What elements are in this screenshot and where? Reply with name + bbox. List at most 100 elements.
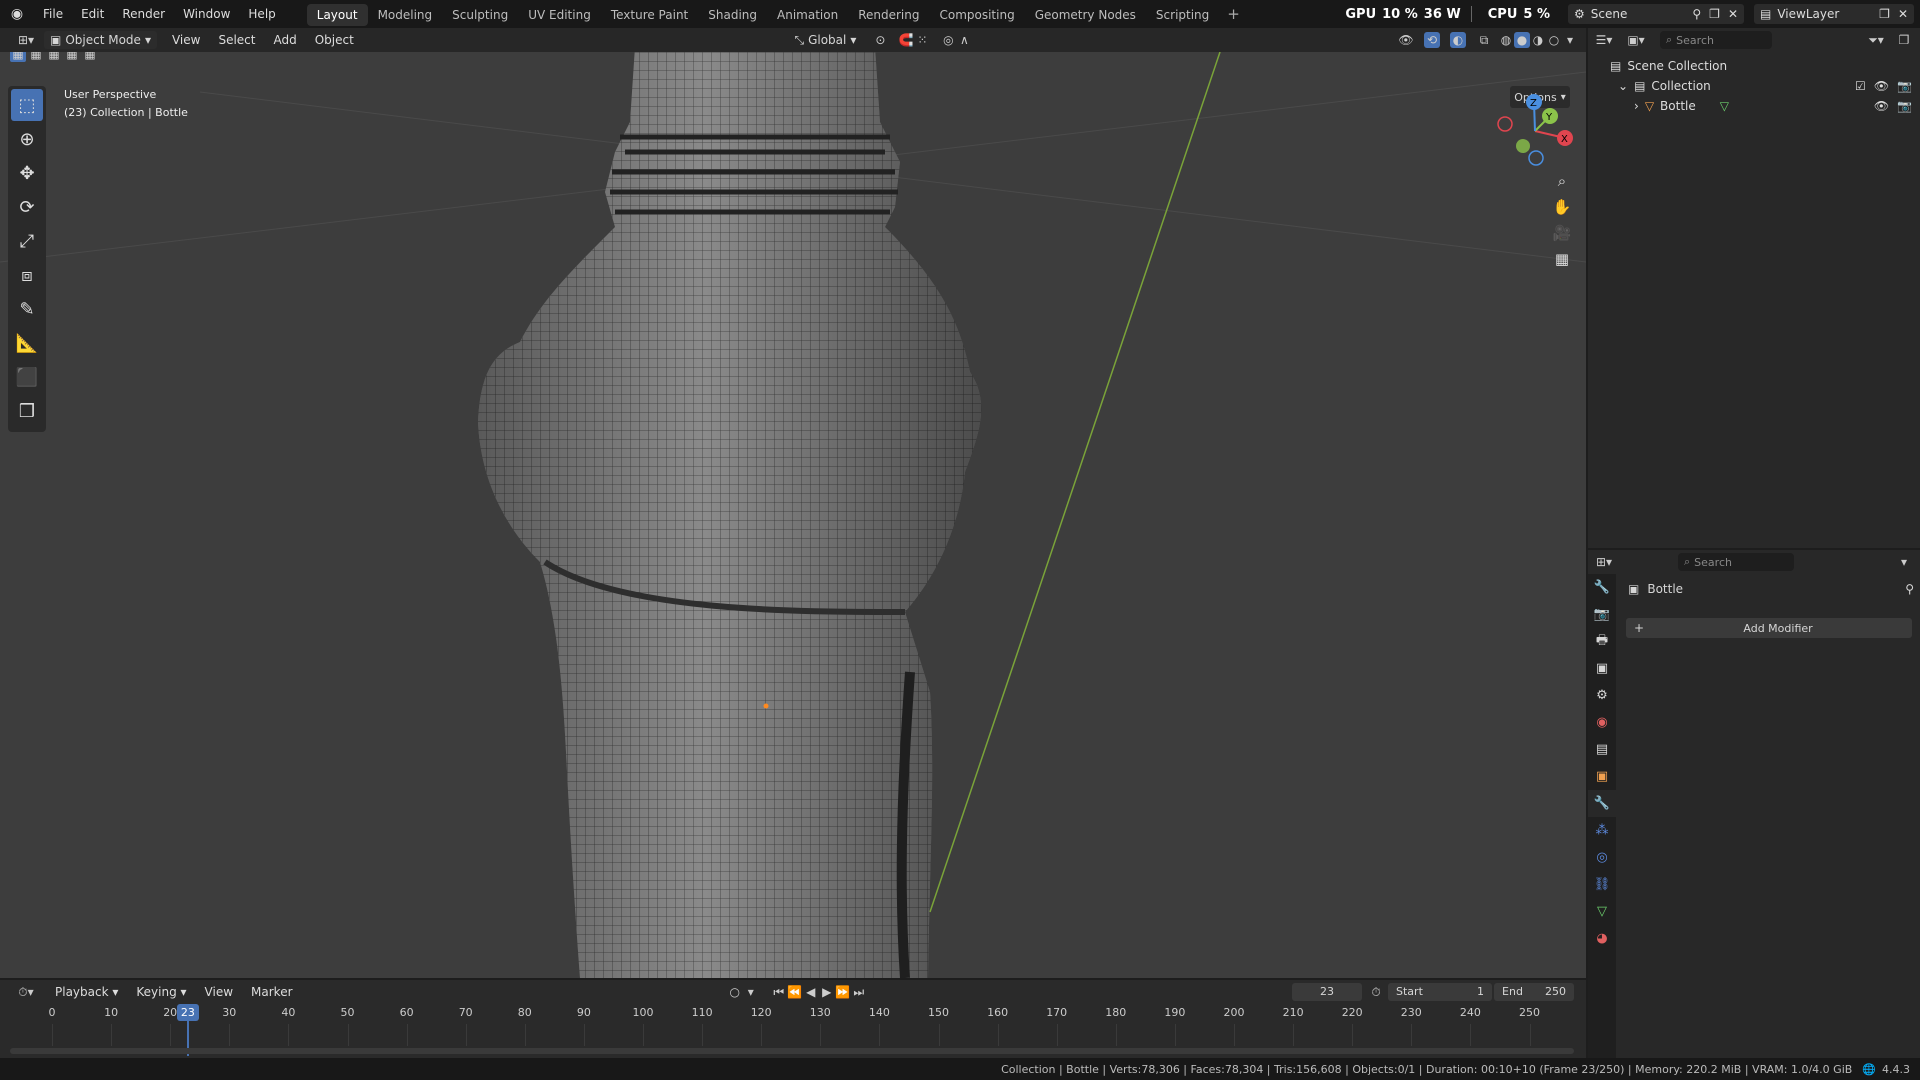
jump-start-icon[interactable]: ⏮ — [771, 984, 787, 1000]
outliner-search[interactable]: ⌕ Search — [1660, 31, 1772, 49]
tab-rendering[interactable]: Rendering — [848, 4, 929, 26]
solid-shading-icon[interactable]: ● — [1514, 32, 1531, 48]
tab-compositing[interactable]: Compositing — [929, 4, 1024, 26]
tool-tab-icon[interactable]: 🔧 — [1588, 574, 1616, 601]
auto-key-icon[interactable]: ○ — [727, 984, 743, 1000]
pivot-icon[interactable]: ⊙ — [872, 32, 888, 48]
add-workspace-button[interactable]: + — [1219, 5, 1248, 23]
pan-hand-icon[interactable]: ✋ — [1549, 194, 1575, 220]
bottle-mesh[interactable] — [478, 52, 982, 978]
select-intersect-icon[interactable]: ▦ — [82, 52, 98, 62]
timeline-menu-view[interactable]: View — [196, 980, 242, 1004]
perspective-toggle-icon[interactable]: ▦ — [1549, 246, 1575, 272]
timeline-menu-marker[interactable]: Marker — [242, 980, 301, 1004]
properties-search[interactable]: ⌕ Search — [1678, 553, 1794, 571]
stopwatch-icon[interactable]: ⏱ — [1368, 984, 1384, 1000]
viewport-menu-select[interactable]: Select — [209, 28, 264, 52]
chevron-right-icon[interactable]: › — [1634, 99, 1639, 113]
material-tab-icon[interactable]: ◕ — [1588, 925, 1616, 952]
editor-type-icon[interactable]: ⏱▾ — [12, 984, 40, 1000]
tab-layout[interactable]: Layout — [306, 4, 368, 26]
blender-logo-icon[interactable]: ◉ — [0, 6, 34, 22]
timeline-ruler[interactable]: 0 10 20 30 40 50 60 70 80 90 100 110 120 130 140 150 160… — [0, 1004, 1586, 1058]
new-view-layer-icon[interactable]: ❐ — [1879, 7, 1890, 21]
mesh-data-tab-icon[interactable]: ▽ — [1588, 898, 1616, 925]
cursor-icon[interactable]: ⊕ — [11, 123, 43, 155]
outliner-object-bottle[interactable]: › ▽ Bottle ▽ 👁 📷 — [1588, 96, 1920, 116]
select-box-icon[interactable]: ⬚ — [11, 89, 43, 121]
modifier-tab-icon[interactable]: 🔧 — [1588, 790, 1616, 817]
play-icon[interactable]: ▶ — [819, 984, 835, 1000]
neg-y-handle[interactable] — [1516, 139, 1530, 153]
output-tab-icon[interactable]: 🖶 — [1588, 628, 1616, 655]
pin-icon[interactable]: ⚲ — [1905, 582, 1914, 596]
chevron-down-icon[interactable]: ▾ — [1562, 32, 1578, 48]
particles-tab-icon[interactable]: ⁂ — [1588, 817, 1616, 844]
new-scene-icon[interactable]: ❐ — [1709, 7, 1720, 21]
eye-icon[interactable]: 👁 — [1874, 99, 1889, 113]
checkbox-icon[interactable]: ☑ — [1855, 79, 1866, 93]
filter-icon[interactable]: ⏷▾ — [1868, 32, 1884, 48]
move-icon[interactable]: ✥ — [11, 157, 43, 189]
tab-animation[interactable]: Animation — [767, 4, 848, 26]
tab-uv-editing[interactable]: UV Editing — [518, 4, 601, 26]
visibility-icon[interactable]: 👁 — [1398, 32, 1414, 48]
render-tab-icon[interactable]: 📷 — [1588, 601, 1616, 628]
close-icon[interactable]: ✕ — [1728, 7, 1738, 21]
select-subtract-icon[interactable]: ▦ — [46, 52, 62, 62]
chevron-down-icon[interactable]: ▾ — [1896, 554, 1912, 570]
menu-file[interactable]: File — [34, 0, 72, 28]
mode-selector[interactable]: ▣ Object Mode ▾ — [44, 31, 157, 49]
constraints-tab-icon[interactable]: ⛓ — [1588, 871, 1616, 898]
3d-viewport[interactable]: User Perspective (23) Collection | Bottl… — [0, 52, 1586, 978]
end-frame-field[interactable]: End 250 — [1494, 983, 1575, 1001]
proportional-edit-icon[interactable]: ◎ — [940, 32, 956, 48]
new-collection-icon[interactable]: ❐ — [1896, 32, 1912, 48]
tab-texture-paint[interactable]: Texture Paint — [601, 4, 698, 26]
add-modifier-button[interactable]: + Add Modifier — [1626, 618, 1912, 638]
falloff-icon[interactable]: ∧ — [956, 32, 972, 48]
display-mode-icon[interactable]: ▣▾ — [1627, 32, 1644, 48]
close-icon[interactable]: ✕ — [1898, 7, 1908, 21]
menu-window[interactable]: Window — [174, 0, 239, 28]
tab-scripting[interactable]: Scripting — [1146, 4, 1219, 26]
jump-end-icon[interactable]: ⏭ — [851, 984, 867, 1000]
select-extend-icon[interactable]: ▦ — [28, 52, 44, 62]
rendered-shading-icon[interactable]: ○ — [1546, 32, 1562, 48]
collection-tab-icon[interactable]: ▤ — [1588, 736, 1616, 763]
tab-sculpting[interactable]: Sculpting — [442, 4, 518, 26]
material-shading-icon[interactable]: ◑ — [1530, 32, 1546, 48]
view-layer-tab-icon[interactable]: ▣ — [1588, 655, 1616, 682]
chevron-down-icon[interactable]: ⌄ — [1618, 79, 1628, 93]
select-new-icon[interactable]: ▦ — [10, 52, 26, 62]
scene-selector[interactable]: ⚙ Scene ⚲ ❐ ✕ — [1568, 4, 1744, 24]
menu-help[interactable]: Help — [239, 0, 284, 28]
prev-keyframe-icon[interactable]: ⏪ — [787, 984, 803, 1000]
neg-z-handle[interactable] — [1528, 150, 1544, 166]
scale-icon[interactable]: ⤢ — [11, 225, 43, 257]
tab-shading[interactable]: Shading — [698, 4, 767, 26]
outliner-collection[interactable]: ⌄ ▤ Collection ☑ 👁 📷 — [1588, 76, 1920, 96]
camera-icon[interactable]: 📷 — [1897, 79, 1912, 93]
annotate-icon[interactable]: ✎ — [11, 293, 43, 325]
timeline-menu-playback[interactable]: Playback ▾ — [46, 980, 127, 1004]
viewport-menu-object[interactable]: Object — [306, 28, 363, 52]
xray-icon[interactable]: ⧉ — [1476, 32, 1492, 48]
navigation-gizmo[interactable]: X Y Z — [1492, 88, 1578, 174]
scene-tab-icon[interactable]: ⚙ — [1588, 682, 1616, 709]
timeline-scrollbar[interactable] — [10, 1048, 1574, 1054]
physics-tab-icon[interactable]: ◎ — [1588, 844, 1616, 871]
tab-modeling[interactable]: Modeling — [368, 4, 443, 26]
outliner-scene-collection[interactable]: ▤ Scene Collection — [1588, 56, 1920, 76]
transform-icon[interactable]: ⧈ — [11, 259, 43, 291]
viewport-menu-add[interactable]: Add — [264, 28, 305, 52]
current-frame-field[interactable]: 23 — [1292, 983, 1363, 1001]
tab-geometry-nodes[interactable]: Geometry Nodes — [1025, 4, 1146, 26]
camera-view-icon[interactable]: 🎥 — [1549, 220, 1575, 246]
play-reverse-icon[interactable]: ◀ — [803, 984, 819, 1000]
snap-icon[interactable]: 🧲 — [898, 32, 914, 48]
viewport-canvas[interactable] — [0, 52, 1586, 978]
add-cube-icon[interactable]: ⬛ — [11, 361, 43, 393]
view-layer-selector[interactable]: ▤ ViewLayer ❐ ✕ — [1754, 4, 1914, 24]
zoom-icon[interactable]: ⌕ — [1549, 168, 1575, 194]
